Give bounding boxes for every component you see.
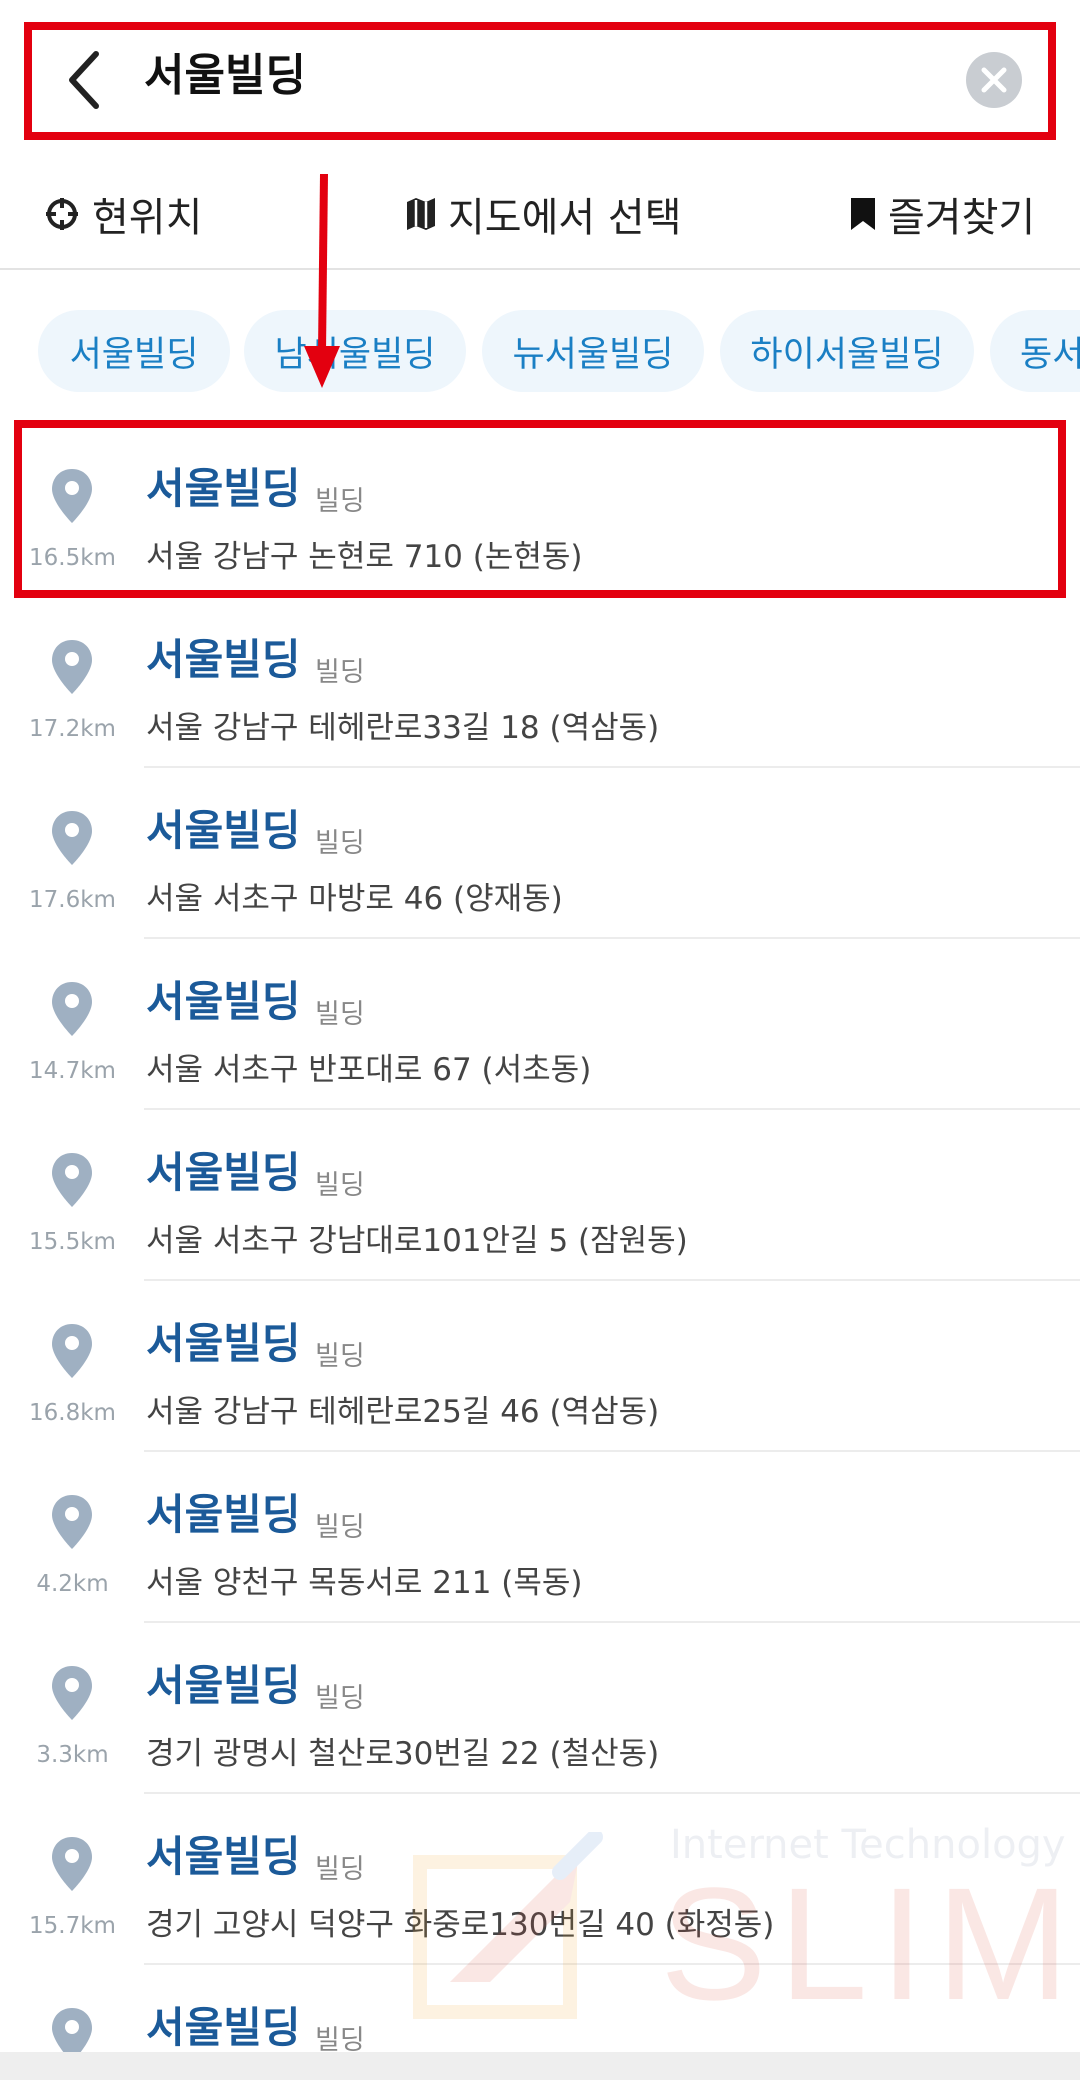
result-name: 서울빌딩 (146, 2003, 301, 2052)
result-category: 빌딩 (315, 657, 365, 688)
result-name: 서울빌딩 (146, 1832, 301, 1881)
result-divider (144, 766, 1080, 768)
result-address: 서울 강남구 테헤란로25길 46 (역삼동) (146, 1394, 660, 1430)
result-item[interactable]: 15.5km 서울빌딩 빌딩 서울 서초구 강남대로101안길 5 (잠원동) (0, 1111, 1080, 1281)
map-pin-icon (52, 1666, 92, 1720)
result-address: 서울 서초구 마방로 46 (양재동) (146, 881, 563, 917)
map-pin-icon (52, 982, 92, 1036)
result-item[interactable]: 17.2km 서울빌딩 빌딩 서울 강남구 테헤란로33길 18 (역삼동) (0, 598, 1080, 768)
favorites-button[interactable]: 즐겨찾기 (850, 174, 1035, 254)
result-item[interactable]: 14.7km 서울빌딩 빌딩 서울 서초구 반포대로 67 (서초동) (0, 940, 1080, 1110)
result-category: 빌딩 (315, 1854, 365, 1885)
result-address: 서울 양천구 목동서로 211 (목동) (146, 1565, 583, 1601)
result-category: 빌딩 (315, 1341, 365, 1372)
map-pin-icon (52, 1153, 92, 1207)
result-name: 서울빌딩 (146, 1490, 301, 1539)
result-item[interactable]: 4.2km 서울빌딩 빌딩 서울 양천구 목동서로 211 (목동) (0, 1453, 1080, 1623)
result-divider (144, 1792, 1080, 1794)
bookmark-icon (851, 198, 875, 230)
result-distance: 4.2km (36, 1571, 109, 1597)
result-item[interactable]: 3.3km 서울빌딩 빌딩 경기 광명시 철산로30번길 22 (철산동) (0, 1624, 1080, 1794)
result-category: 빌딩 (315, 1512, 365, 1543)
result-divider (144, 1279, 1080, 1281)
result-divider (144, 1963, 1080, 1965)
result-address: 경기 광명시 철산로30번길 22 (철산동) (146, 1736, 660, 1772)
result-item[interactable]: 15.7km 서울빌딩 빌딩 경기 고양시 덕양구 화중로130번길 40 (화… (0, 1795, 1080, 1965)
suggestion-chips: 서울빌딩 남서울빌딩 뉴서울빌딩 하이서울빌딩 동서 (0, 300, 1080, 400)
map-pin-icon (52, 811, 92, 865)
result-category: 빌딩 (315, 828, 365, 859)
result-name: 서울빌딩 (146, 977, 301, 1026)
result-address: 경기 고양시 덕양구 화중로130번길 40 (화정동) (146, 1907, 775, 1943)
result-name: 서울빌딩 (146, 635, 301, 684)
map-icon (407, 198, 435, 230)
map-pin-icon (52, 1837, 92, 1891)
result-item[interactable]: 17.6km 서울빌딩 빌딩 서울 서초구 마방로 46 (양재동) (0, 769, 1080, 939)
map-pin-icon (52, 1495, 92, 1549)
result-category: 빌딩 (315, 1683, 365, 1714)
map-pin-icon (52, 1324, 92, 1378)
favorites-label: 즐겨찾기 (888, 195, 1036, 241)
suggestion-chip[interactable]: 남서울빌딩 (244, 310, 466, 392)
result-category: 빌딩 (315, 1170, 365, 1201)
result-distance: 15.5km (29, 1229, 116, 1255)
crosshair-icon (46, 198, 78, 230)
current-location-label: 현위치 (92, 195, 203, 241)
result-category: 빌딩 (315, 999, 365, 1030)
result-distance: 3.3km (36, 1742, 109, 1768)
suggestion-chip[interactable]: 서울빌딩 (38, 310, 230, 392)
result-distance: 15.7km (29, 1913, 116, 1939)
result-item[interactable]: 16.8km 서울빌딩 빌딩 서울 강남구 테헤란로25길 46 (역삼동) (0, 1282, 1080, 1452)
result-address: 서울 서초구 강남대로101안길 5 (잠원동) (146, 1223, 688, 1259)
result-distance: 14.7km (29, 1058, 116, 1084)
suggestion-chip[interactable]: 동서 (990, 310, 1080, 392)
result-name: 서울빌딩 (146, 1319, 301, 1368)
select-on-map-label: 지도에서 선택 (448, 195, 682, 241)
result-distance: 17.2km (29, 716, 116, 742)
suggestion-chip[interactable]: 뉴서울빌딩 (482, 310, 704, 392)
result-item[interactable]: 서울빌딩 빌딩 (0, 1966, 1080, 2062)
result-distance: 16.8km (29, 1400, 116, 1426)
result-highlight-box (14, 420, 1066, 598)
result-name: 서울빌딩 (146, 1661, 301, 1710)
bottom-navigation-bar (0, 2052, 1080, 2080)
select-on-map-button[interactable]: 지도에서 선택 (406, 174, 682, 254)
result-divider (144, 1108, 1080, 1110)
result-distance: 17.6km (29, 887, 116, 913)
result-divider (144, 937, 1080, 939)
result-address: 서울 서초구 반포대로 67 (서초동) (146, 1052, 592, 1088)
current-location-button[interactable]: 현위치 (44, 174, 202, 254)
location-options-bar: 현위치 지도에서 선택 즐겨찾기 (0, 160, 1080, 270)
map-pin-icon (52, 640, 92, 694)
result-name: 서울빌딩 (146, 806, 301, 855)
result-divider (144, 1450, 1080, 1452)
result-name: 서울빌딩 (146, 1148, 301, 1197)
result-divider (144, 1621, 1080, 1623)
result-address: 서울 강남구 테헤란로33길 18 (역삼동) (146, 710, 660, 746)
search-highlight-box (24, 22, 1056, 140)
suggestion-chip[interactable]: 하이서울빌딩 (720, 310, 974, 392)
